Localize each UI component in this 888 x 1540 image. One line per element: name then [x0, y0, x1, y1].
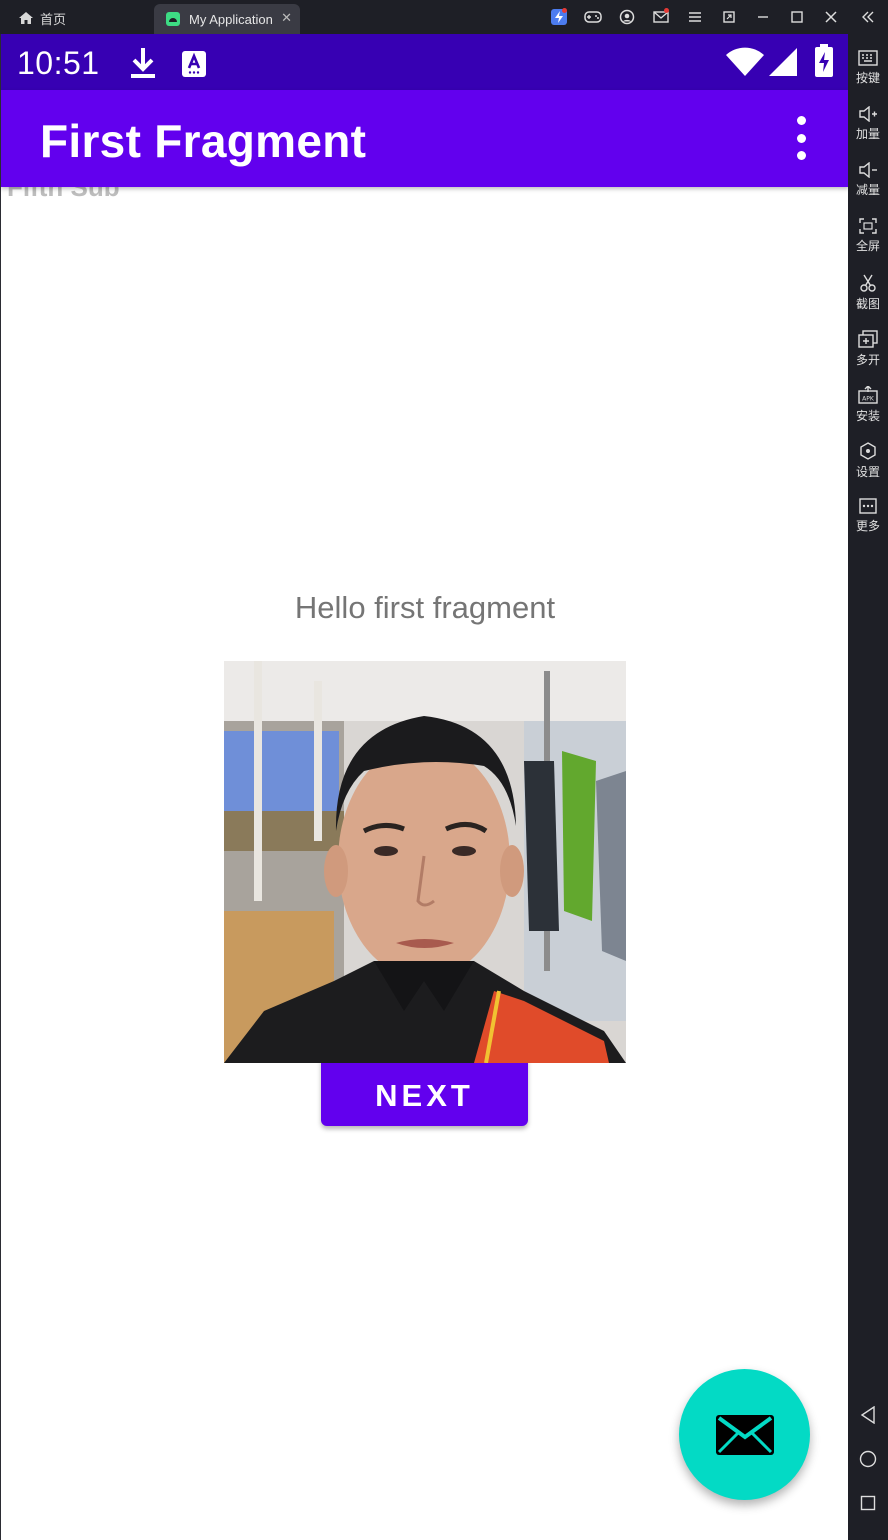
multi-instance-icon: [858, 330, 878, 348]
home-circle-icon: [859, 1450, 877, 1468]
close-tab-icon[interactable]: ✕: [281, 10, 292, 26]
overflow-menu-icon[interactable]: [789, 116, 813, 160]
sidebar-item-label: 加量: [855, 127, 880, 141]
back-triangle-icon: [860, 1406, 875, 1424]
app-tab[interactable]: My Application ✕: [154, 4, 300, 34]
collapse-sidebar-icon[interactable]: [848, 0, 888, 34]
sidebar-item-label: 多开: [855, 353, 880, 367]
settings-icon: [860, 442, 876, 460]
sidebar-item-label: 安装: [855, 409, 880, 423]
emulator-toolbar: 按键 加量 减量 全屏 截图 多开 APK 安装 设置 更多: [848, 34, 888, 1540]
sidebar-item-more[interactable]: 更多: [848, 498, 888, 550]
volume-up-icon: [859, 106, 877, 122]
sidebar-item-volume-up[interactable]: 加量: [848, 106, 888, 158]
page-title: First Fragment: [40, 115, 367, 167]
emulator-title-bar: 首页 My Application ✕: [0, 0, 888, 34]
svg-text:APK: APK: [862, 396, 875, 403]
sidebar-item-volume-down[interactable]: 减量: [848, 162, 888, 214]
cellular-signal-icon: [769, 48, 797, 76]
battery-charging-icon: [815, 44, 833, 77]
hello-text: Hello first fragment: [294, 590, 556, 625]
menu-icon[interactable]: [678, 0, 712, 34]
android-icon: [166, 12, 180, 26]
sidebar-item-fullscreen[interactable]: 全屏: [848, 218, 888, 270]
sidebar-item-label: 更多: [855, 519, 880, 533]
profile-photo: [224, 661, 626, 1063]
status-bar: 10:51: [1, 34, 848, 90]
app-tab-label: My Application: [189, 11, 273, 27]
sidebar-item-label: 设置: [855, 465, 880, 479]
home-icon: [19, 12, 33, 24]
app-bar: First Fragment: [1, 90, 848, 187]
sidebar-item-keys[interactable]: 按键: [848, 50, 888, 102]
wifi-icon: [726, 47, 764, 76]
minimize-icon[interactable]: [746, 0, 780, 34]
apk-install-icon: APK: [858, 386, 878, 404]
account-icon[interactable]: [610, 0, 644, 34]
sidebar-item-label: 截图: [855, 297, 880, 311]
home-tab[interactable]: 首页: [18, 9, 66, 27]
scissors-icon: [860, 274, 876, 292]
sidebar-item-label: 按键: [855, 71, 880, 85]
nav-back-button[interactable]: [848, 1400, 888, 1430]
home-tab-label: 首页: [40, 11, 67, 27]
mail-notification-dot: [664, 8, 669, 13]
accelerator-icon[interactable]: [542, 0, 576, 34]
email-fab[interactable]: [679, 1369, 810, 1500]
nav-recents-button[interactable]: [848, 1488, 888, 1518]
sidebar-item-settings[interactable]: 设置: [848, 442, 888, 494]
fullscreen-icon: [859, 218, 877, 234]
download-icon: [131, 48, 155, 78]
volume-down-icon: [859, 162, 877, 178]
gamepad-icon[interactable]: [576, 0, 610, 34]
recents-square-icon: [860, 1495, 876, 1511]
close-window-icon[interactable]: [814, 0, 848, 34]
status-time: 10:51: [17, 45, 100, 81]
sidebar-item-label: 全屏: [855, 239, 880, 253]
mail-icon[interactable]: [644, 0, 678, 34]
sidebar-item-label: 减量: [855, 183, 880, 197]
restore-window-icon[interactable]: [712, 0, 746, 34]
device-screen: 10:51 First Fragment Fifth Sub Hello fir…: [0, 34, 848, 1540]
keyboard-icon: [858, 50, 878, 66]
more-icon: [859, 498, 877, 514]
sidebar-item-screenshot[interactable]: 截图: [848, 274, 888, 326]
mail-icon: [715, 1414, 774, 1455]
maximize-icon[interactable]: [780, 0, 814, 34]
notification-dot: [562, 8, 567, 13]
nav-home-button[interactable]: [848, 1444, 888, 1474]
sidebar-item-install-apk[interactable]: APK 安装: [848, 386, 888, 438]
sidebar-item-multi-instance[interactable]: 多开: [848, 330, 888, 382]
next-button[interactable]: NEXT: [321, 1054, 528, 1126]
font-accessibility-icon: [182, 51, 206, 77]
window-controls: [542, 0, 888, 34]
